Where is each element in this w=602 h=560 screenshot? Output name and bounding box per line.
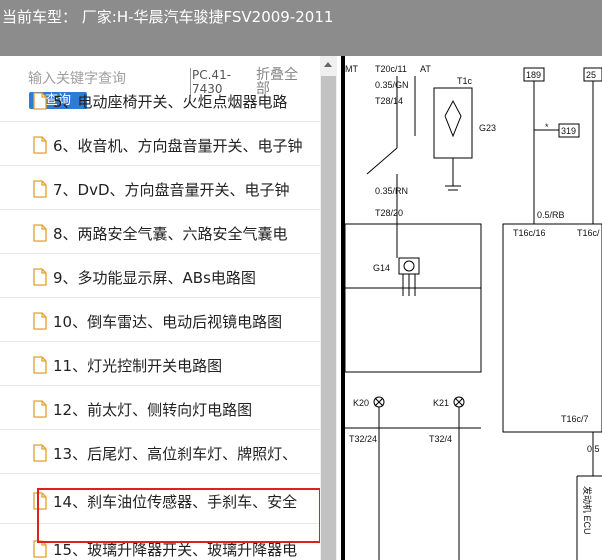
list-item-label: 15、玻璃升降器开关、玻璃升降器电 [53, 541, 298, 559]
list-item-label: 6、收音机、方向盘音量开关、电子钟 [53, 137, 303, 155]
label-k21: K21 [433, 398, 449, 408]
label-rn: 0.35/RN [375, 186, 408, 196]
document-icon [33, 92, 47, 110]
label-t28-20: T28/20 [375, 208, 403, 218]
label-t20c11: T20c/11 [375, 64, 407, 74]
label-t16c7: T16c/7 [561, 414, 589, 424]
document-icon [33, 224, 47, 242]
label-rb: 0.5/RB [537, 210, 565, 220]
document-icon [33, 444, 47, 462]
list-item-label: 14、刹车油位传感器、手刹车、安全 [53, 493, 298, 511]
document-icon [33, 136, 47, 154]
list-item-label: 12、前太灯、侧转向灯电路图 [53, 401, 253, 419]
list-item-label: 8、两路安全气囊、六路安全气囊电 [53, 225, 288, 243]
list-item[interactable]: 8、两路安全气囊、六路安全气囊电 [0, 210, 322, 254]
list-item-label: 7、DvD、方向盘音量开关、电子钟 [53, 181, 290, 199]
label-g23: G23 [479, 123, 496, 133]
left-panel: 查询 PC.41-7430 折叠全部 5、电动座椅开关、火炬点烟器电路 6、收音… [0, 56, 337, 560]
list-item-label: 13、后尾灯、高位刹车灯、牌照灯、 [53, 445, 298, 463]
document-icon [33, 540, 47, 558]
list-item[interactable]: 11、灯光控制开关电路图 [0, 342, 322, 386]
list-item[interactable]: 5、电动座椅开关、火炬点烟器电路 [0, 78, 322, 122]
list-item[interactable]: 12、前太灯、侧转向灯电路图 [0, 386, 322, 430]
list-item[interactable]: 13、后尾灯、高位刹车灯、牌照灯、 [0, 430, 322, 474]
document-icon [33, 312, 47, 330]
scroll-thumb[interactable] [321, 76, 336, 560]
document-icon [33, 492, 47, 510]
label-25: 25 [586, 70, 596, 80]
label-0-5: 0.5 [587, 444, 600, 454]
title-bar: 当前车型： 厂家:H-华晨汽车骏捷FSV2009-2011 [0, 0, 602, 56]
scroll-up-arrow-icon[interactable] [324, 62, 332, 67]
list-scrollbar[interactable] [320, 56, 337, 560]
label-t1c: T1c [457, 76, 473, 86]
list-item[interactable]: 10、倒车雷达、电动后视镜电路图 [0, 298, 322, 342]
list-item-label: 9、多功能显示屏、ABs电路图 [53, 269, 256, 287]
vehicle-title: 当前车型： 厂家:H-华晨汽车骏捷FSV2009-2011 [2, 8, 334, 26]
wiring-diagram: MT T20c/11 AT 0.35/GN T28/14 T1c G23 0.3… [337, 56, 602, 560]
label-mt: MT [345, 64, 358, 74]
label-at: AT [420, 64, 431, 74]
label-t16c: T16c/ [577, 228, 600, 238]
label-t32-24: T32/24 [349, 434, 377, 444]
label-g14: G14 [373, 263, 390, 273]
document-icon [33, 180, 47, 198]
document-icon [33, 268, 47, 286]
wiring-diagram-canvas: MT T20c/11 AT 0.35/GN T28/14 T1c G23 0.3… [341, 56, 602, 560]
list-item-label: 5、电动座椅开关、火炬点烟器电路 [53, 93, 288, 111]
label-k20: K20 [353, 398, 369, 408]
label-gn: 0.35/GN [375, 80, 409, 90]
list-item-label: 11、灯光控制开关电路图 [53, 357, 223, 375]
document-icon [33, 400, 47, 418]
list-item-selected[interactable]: 14、刹车油位传感器、手刹车、安全 [0, 474, 322, 524]
label-ecu: 发动机 ECU [582, 486, 593, 535]
label-t16c16: T16c/16 [513, 228, 546, 238]
list-item[interactable]: 7、DvD、方向盘音量开关、电子钟 [0, 166, 322, 210]
list-item[interactable]: 6、收音机、方向盘音量开关、电子钟 [0, 122, 322, 166]
list-item[interactable]: 9、多功能显示屏、ABs电路图 [0, 254, 322, 298]
label-319: 319 [561, 126, 576, 136]
list-item[interactable]: 15、玻璃升降器开关、玻璃升降器电 [0, 526, 322, 560]
label-t32-4: T32/4 [429, 434, 452, 444]
label-t28-14: T28/14 [375, 96, 403, 106]
document-icon [33, 356, 47, 374]
label-189: 189 [526, 70, 541, 80]
list-item-label: 10、倒车雷达、电动后视镜电路图 [53, 313, 283, 331]
